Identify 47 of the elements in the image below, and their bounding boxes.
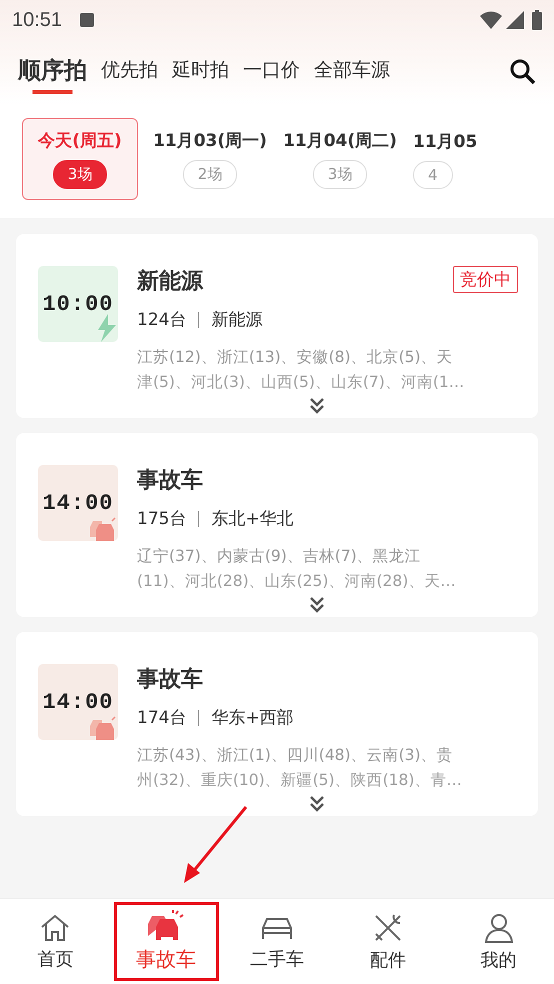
car-crash-icon xyxy=(90,716,118,740)
area-label: 新能源 xyxy=(211,309,262,331)
session-title: 事故车 xyxy=(137,467,203,495)
region-list: 江苏(43)、浙江(1)、四川(48)、云南(3)、贵 xyxy=(137,743,453,768)
status-time: 10:51 xyxy=(12,8,62,32)
search-icon[interactable] xyxy=(510,59,536,85)
session-title: 新能源 xyxy=(137,268,203,296)
vehicle-count: 124台 xyxy=(137,309,186,331)
session-card[interactable]: 14:00 事故车 175台 东北+华北 辽宁(37)、内蒙古(9)、吉林(7)、黑龙江 (11)、河北(28)、山东(25)、河南(28)、天… xyxy=(16,433,538,617)
category-tab[interactable]: 一口价 xyxy=(243,50,300,94)
expand-icon[interactable] xyxy=(309,397,325,415)
category-tab[interactable]: 全部车源 xyxy=(314,50,390,94)
signal-icon xyxy=(506,11,524,29)
clock-tile: 10:00 xyxy=(38,266,118,342)
region-list: 津(5)、河北(3)、山西(5)、山东(7)、河南(1… xyxy=(137,370,464,395)
car-crash-icon xyxy=(90,517,118,541)
battery-icon xyxy=(532,10,542,30)
category-tab[interactable]: 优先拍 xyxy=(101,50,158,94)
vehicle-count: 175台 xyxy=(137,508,186,530)
clock-tile: 14:00 xyxy=(38,465,118,541)
session-title: 事故车 xyxy=(137,666,203,694)
category-tab[interactable]: 延时拍 xyxy=(172,50,229,94)
nav-tab[interactable]: 事故车 xyxy=(110,899,222,984)
lightning-icon xyxy=(96,314,118,342)
area-label: 东北+华北 xyxy=(211,508,294,530)
nav-tab[interactable]: 二手车 xyxy=(222,899,332,984)
nav-tab[interactable]: 首页 xyxy=(0,899,111,984)
user-icon xyxy=(482,912,515,944)
nav-tab[interactable]: 我的 xyxy=(443,899,554,984)
status-tag: 竞价中 xyxy=(453,266,518,293)
date-tab[interactable]: 今天(周五) 3场 xyxy=(22,118,138,200)
car-crash-icon xyxy=(146,910,186,942)
vehicle-count: 174台 xyxy=(137,707,186,729)
region-list: (11)、河北(28)、山东(25)、河南(28)、天… xyxy=(137,569,456,594)
category-tab[interactable]: 顺序拍 xyxy=(18,50,87,94)
nav-tab[interactable]: 配件 xyxy=(332,899,444,984)
clock-tile: 14:00 xyxy=(38,664,118,740)
session-card[interactable]: 10:00 新能源 竞价中 124台 新能源 江苏(12)、浙江(13)、安徽(8)、北京(5)、天 津(5)、河北(3)、山西(5)、山东(7)、河南(1… xyxy=(16,234,538,418)
region-list: 辽宁(37)、内蒙古(9)、吉林(7)、黑龙江 xyxy=(137,544,421,569)
session-card[interactable]: 14:00 事故车 174台 华东+西部 江苏(43)、浙江(1)、四川(48)、云南(3)、贵 州(32)、重庆(10)、新疆(5)、陕西(18)、青… xyxy=(16,632,538,816)
region-list: 江苏(12)、浙江(13)、安徽(8)、北京(5)、天 xyxy=(137,345,453,370)
expand-icon[interactable] xyxy=(309,795,325,813)
expand-icon[interactable] xyxy=(309,596,325,614)
area-label: 华东+西部 xyxy=(211,707,294,729)
home-icon xyxy=(39,912,72,942)
wifi-icon xyxy=(480,11,502,29)
region-list: 州(32)、重庆(10)、新疆(5)、陕西(18)、青… xyxy=(137,768,462,793)
